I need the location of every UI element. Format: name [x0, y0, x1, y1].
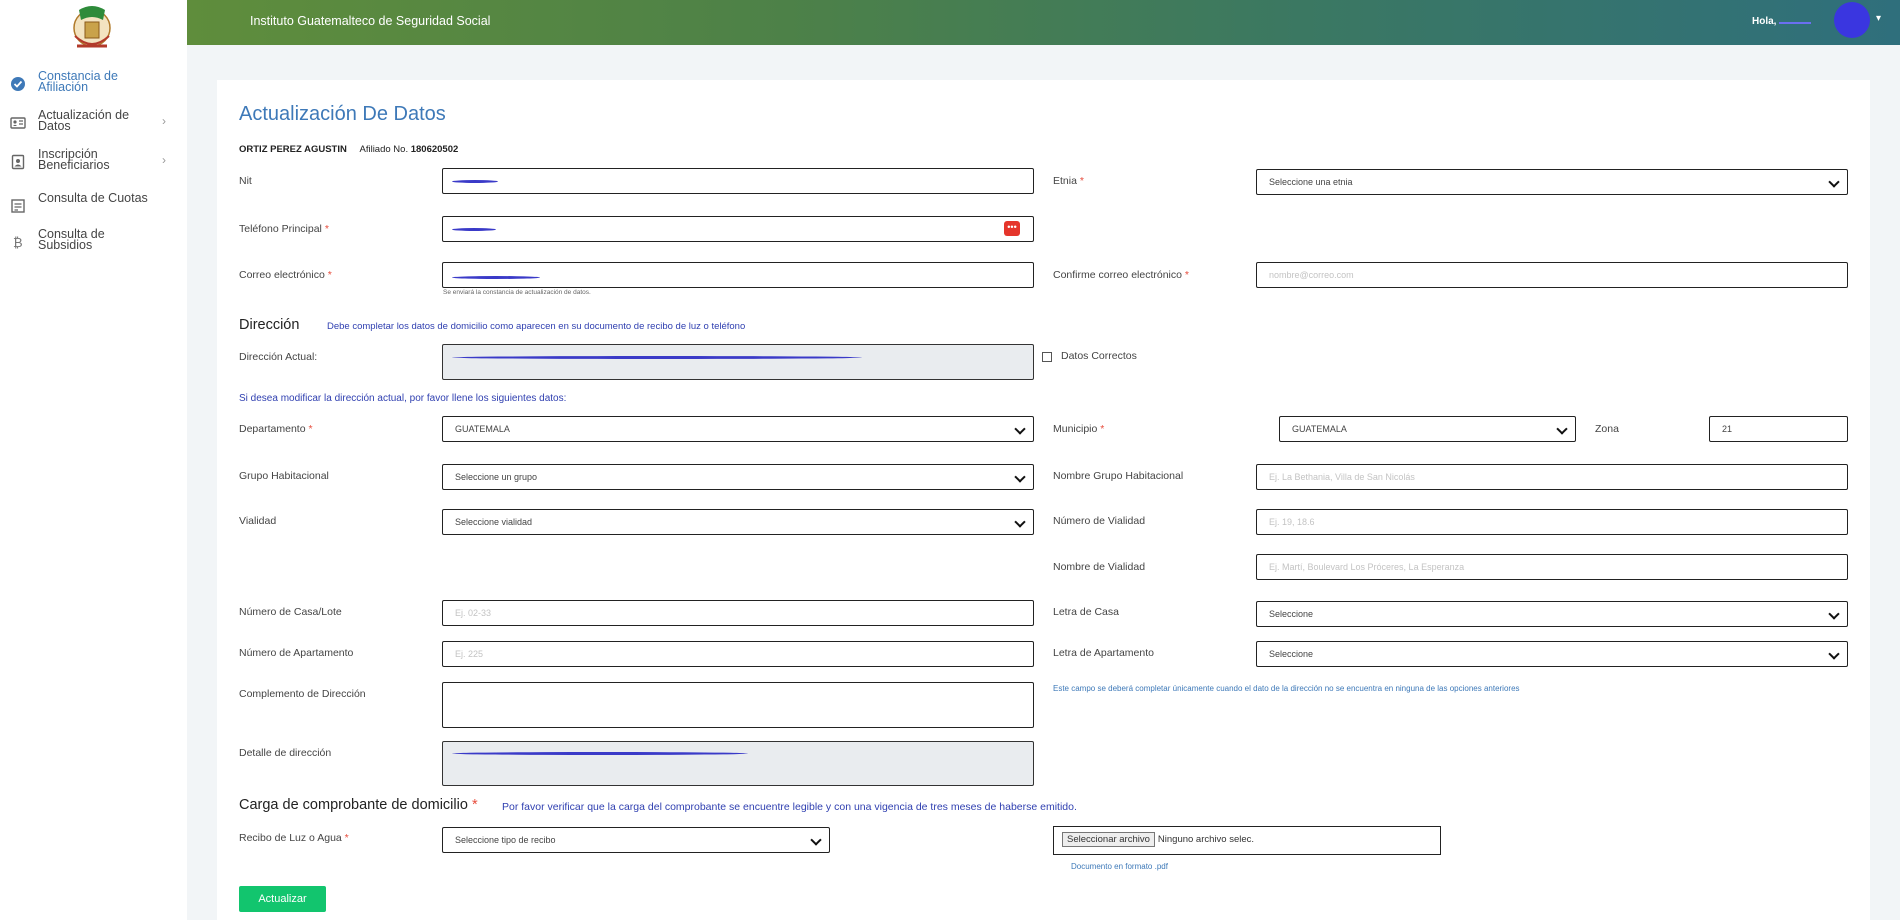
receipt-type-select[interactable]: Seleccione tipo de recibo: [442, 827, 830, 853]
vialidad-name-label: Nombre de Vialidad: [1053, 561, 1146, 573]
user-badge-icon: [11, 154, 25, 170]
complement-textarea[interactable]: [442, 682, 1034, 728]
municipality-select[interactable]: GUATEMALA: [1279, 416, 1576, 442]
sidebar-item-subsidios[interactable]: ₿ Consulta de Subsidios: [0, 226, 187, 260]
apartment-number-field[interactable]: Ej. 225: [442, 641, 1034, 667]
house-number-label: Número de Casa/Lote: [239, 606, 342, 618]
sidebar-item-label: Inscripción Beneficiarios: [38, 147, 110, 172]
receipt-icon: [11, 199, 25, 213]
nit-field[interactable]: [442, 168, 1034, 194]
email-hint: Se enviará la constancia de actualizació…: [443, 289, 591, 296]
email-label: Correo electrónico *: [239, 269, 332, 281]
vialidad-name-field[interactable]: Ej. Martí, Boulevard Los Próceres, La Es…: [1256, 554, 1848, 580]
upload-note: Por favor verificar que la carga del com…: [502, 801, 1077, 813]
group-name-field[interactable]: Ej. La Bethania, Villa de San Nicolás: [1256, 464, 1848, 490]
apartment-letter-select[interactable]: Seleccione: [1256, 641, 1848, 667]
chevron-right-icon: ›: [162, 114, 166, 128]
phone-field[interactable]: [442, 216, 1034, 242]
sidebar-item-label: Consulta de Cuotas: [38, 191, 148, 205]
bitcoin-icon: ₿: [13, 236, 23, 250]
form-card: [217, 80, 1870, 920]
sidebar-item-label: Consulta de Subsidios: [38, 227, 105, 252]
group-select[interactable]: Seleccione un grupo: [442, 464, 1034, 490]
current-address-label: Dirección Actual:: [239, 351, 318, 363]
email-confirm-field[interactable]: nombre@correo.com: [1256, 262, 1848, 288]
affiliate-info: ORTIZ PEREZ AGUSTIN Afiliado No. 1806205…: [239, 144, 458, 155]
password-manager-icon[interactable]: •••: [1004, 221, 1020, 236]
redaction-mark: [452, 276, 540, 279]
check-circle-icon: [11, 77, 25, 91]
sidebar-item-constancia[interactable]: Constancia de Afiliación: [0, 68, 187, 102]
etnia-select[interactable]: Seleccione una etnia: [1256, 169, 1848, 195]
address-detail-field: [442, 741, 1034, 786]
vialidad-number-label: Número de Vialidad: [1053, 515, 1146, 527]
redaction-mark: [452, 180, 498, 183]
address-heading: Dirección: [239, 317, 300, 333]
apartment-letter-label: Letra de Apartamento: [1053, 647, 1154, 659]
file-input[interactable]: Seleccionar archivo Ninguno archivo selec…: [1053, 826, 1441, 855]
sidebar-item-actualizacion[interactable]: Actualización de Datos ›: [0, 107, 187, 141]
id-card-icon: [10, 117, 26, 129]
chevron-down-icon[interactable]: ▾: [1876, 13, 1881, 24]
current-address-field: [442, 344, 1034, 380]
file-hint: Documento en formato .pdf: [1071, 862, 1168, 871]
igss-logo: [73, 6, 111, 48]
correct-data-checkbox[interactable]: [1042, 352, 1052, 362]
correct-data-label: Datos Correctos: [1061, 350, 1137, 362]
email-field[interactable]: [442, 262, 1034, 288]
house-letter-select[interactable]: Seleccione: [1256, 601, 1848, 627]
department-label: Departamento *: [239, 423, 313, 435]
username-redacted: [1779, 15, 1812, 24]
sidebar-item-cuotas[interactable]: Consulta de Cuotas: [0, 190, 187, 224]
choose-file-button[interactable]: Seleccionar archivo: [1062, 832, 1155, 847]
update-button[interactable]: Actualizar: [239, 886, 326, 912]
page-title: Actualización De Datos: [239, 103, 446, 125]
etnia-label: Etnia *: [1053, 175, 1084, 187]
modify-note: Si desea modificar la dirección actual, …: [239, 393, 567, 404]
address-note: Debe completar los datos de domicilio co…: [327, 321, 746, 332]
email-confirm-label: Confirme correo electrónico *: [1053, 269, 1189, 281]
affiliate-number: 180620502: [410, 144, 459, 155]
affiliate-name: ORTIZ PEREZ AGUSTIN: [239, 144, 347, 155]
sidebar-item-inscripcion[interactable]: Inscripción Beneficiarios ›: [0, 146, 187, 180]
group-name-label: Nombre Grupo Habitacional: [1053, 470, 1184, 482]
department-select[interactable]: GUATEMALA: [442, 416, 1034, 442]
avatar[interactable]: [1834, 2, 1870, 38]
top-bar: Instituto Guatemalteco de Seguridad Soci…: [187, 0, 1900, 45]
house-letter-label: Letra de Casa: [1053, 606, 1119, 618]
municipality-label: Municipio *: [1053, 423, 1105, 435]
upload-heading: Carga de comprobante de domicilio *: [239, 797, 478, 813]
zona-label: Zona: [1595, 423, 1619, 435]
group-label: Grupo Habitacional: [239, 470, 329, 482]
apartment-number-label: Número de Apartamento: [239, 647, 354, 659]
sidebar: Constancia de Afiliación Actualización d…: [0, 0, 187, 920]
receipt-label: Recibo de Luz o Agua *: [239, 832, 349, 844]
file-status: Ninguno archivo selec.: [1157, 834, 1255, 845]
chevron-right-icon: ›: [162, 153, 166, 167]
affiliate-label: Afiliado No.: [359, 144, 409, 155]
vialidad-label: Vialidad: [239, 515, 277, 527]
complement-label: Complemento de Dirección: [239, 688, 366, 700]
svg-text:₿: ₿: [13, 236, 23, 250]
app-title: Instituto Guatemalteco de Seguridad Soci…: [250, 14, 491, 28]
vialidad-select[interactable]: Seleccione vialidad: [442, 509, 1034, 535]
house-number-field[interactable]: Ej. 02-33: [442, 600, 1034, 626]
address-detail-label: Detalle de dirección: [239, 747, 332, 759]
redaction-mark: [452, 356, 862, 359]
zona-field[interactable]: 21: [1709, 416, 1848, 442]
phone-label: Teléfono Principal *: [239, 223, 329, 235]
redaction-mark: [452, 228, 496, 231]
user-greeting: Hola,: [1752, 15, 1812, 27]
vialidad-number-field[interactable]: Ej. 19, 18.6: [1256, 509, 1848, 535]
redaction-mark: [452, 752, 748, 755]
sidebar-item-label: Actualización de Datos: [38, 108, 130, 133]
nit-label: Nit: [239, 175, 252, 187]
sidebar-item-label: Constancia de Afiliación: [38, 69, 118, 94]
complement-note: Este campo se deberá completar únicament…: [1053, 684, 1520, 693]
